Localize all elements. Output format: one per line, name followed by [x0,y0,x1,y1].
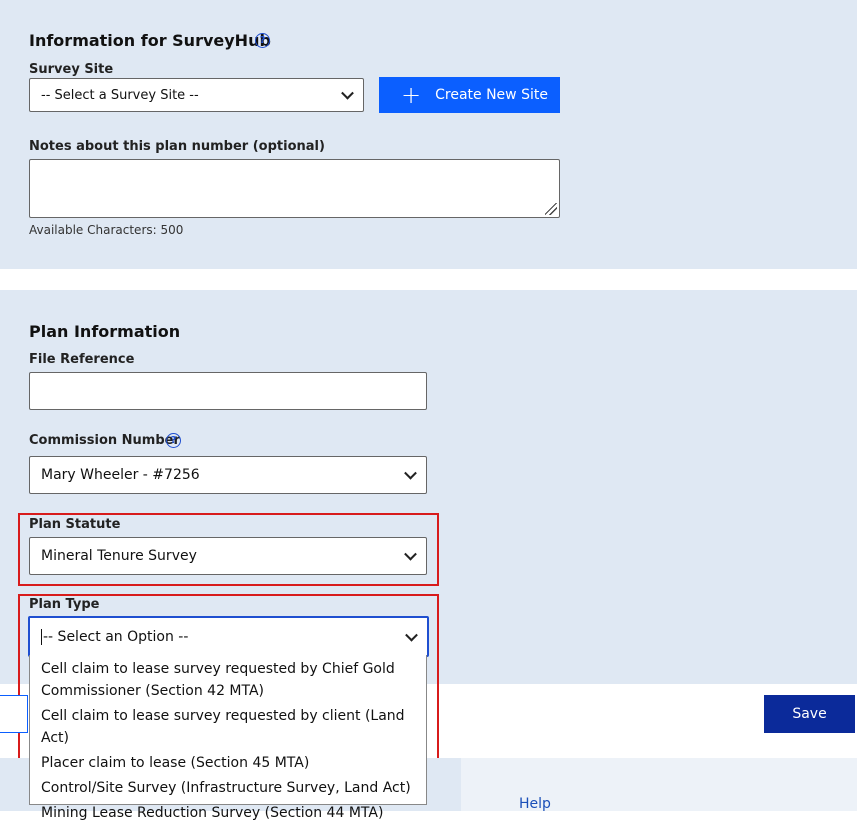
plan-statute-select[interactable]: Mineral Tenure Survey [29,537,427,575]
notes-label: Notes about this plan number (optional) [29,139,325,154]
create-new-site-label: Create New Site [435,87,548,103]
plan-type-value: -- Select an Option -- [43,628,189,645]
plan-statute-value: Mineral Tenure Survey [41,548,197,564]
back-button[interactable] [0,695,28,733]
plan-type-option[interactable]: Mining Lease Reduction Survey (Section 4… [30,801,426,826]
file-reference-input[interactable] [29,372,427,410]
plan-type-option[interactable]: Placer claim to lease (Section 45 MTA) [30,751,426,776]
plus-icon: + [401,81,422,109]
plan-type-option[interactable]: Cell claim to lease survey requested by … [30,657,426,704]
chevron-down-icon [341,86,354,100]
survey-site-label: Survey Site [29,62,114,77]
available-characters: Available Characters: 500 [29,223,184,237]
surveyhub-title: Information for SurveyHub [29,31,271,50]
file-reference-label: File Reference [29,352,135,367]
plan-type-dropdown-list: Cell claim to lease survey requested by … [29,655,427,821]
survey-site-value: -- Select a Survey Site -- [41,87,199,103]
chevron-down-icon [405,628,418,642]
commission-number-select[interactable]: Mary Wheeler - #7256 [29,456,427,494]
save-button[interactable]: Save [764,695,855,733]
plan-type-select[interactable]: -- Select an Option -- [28,616,429,657]
notes-textarea[interactable] [29,159,560,218]
chevron-down-icon [404,547,417,561]
commission-number-value: Mary Wheeler - #7256 [41,467,200,483]
text-cursor [41,628,42,645]
help-icon[interactable]: ? [255,33,270,48]
resize-handle-icon[interactable] [545,203,557,215]
plan-type-option[interactable]: Control/Site Survey (Infrastructure Surv… [30,776,426,801]
plan-statute-label: Plan Statute [29,517,121,532]
help-icon[interactable]: ? [166,433,181,448]
help-link[interactable]: Help [519,796,551,812]
survey-site-select[interactable]: -- Select a Survey Site -- [29,78,364,112]
plan-type-option[interactable]: Cell claim to lease survey requested by … [30,704,426,751]
commission-number-label: Commission Number [29,433,180,448]
chevron-down-icon [404,466,417,480]
create-new-site-button[interactable]: + Create New Site [379,77,560,113]
plan-type-label: Plan Type [29,597,100,612]
plan-information-title: Plan Information [29,322,181,341]
